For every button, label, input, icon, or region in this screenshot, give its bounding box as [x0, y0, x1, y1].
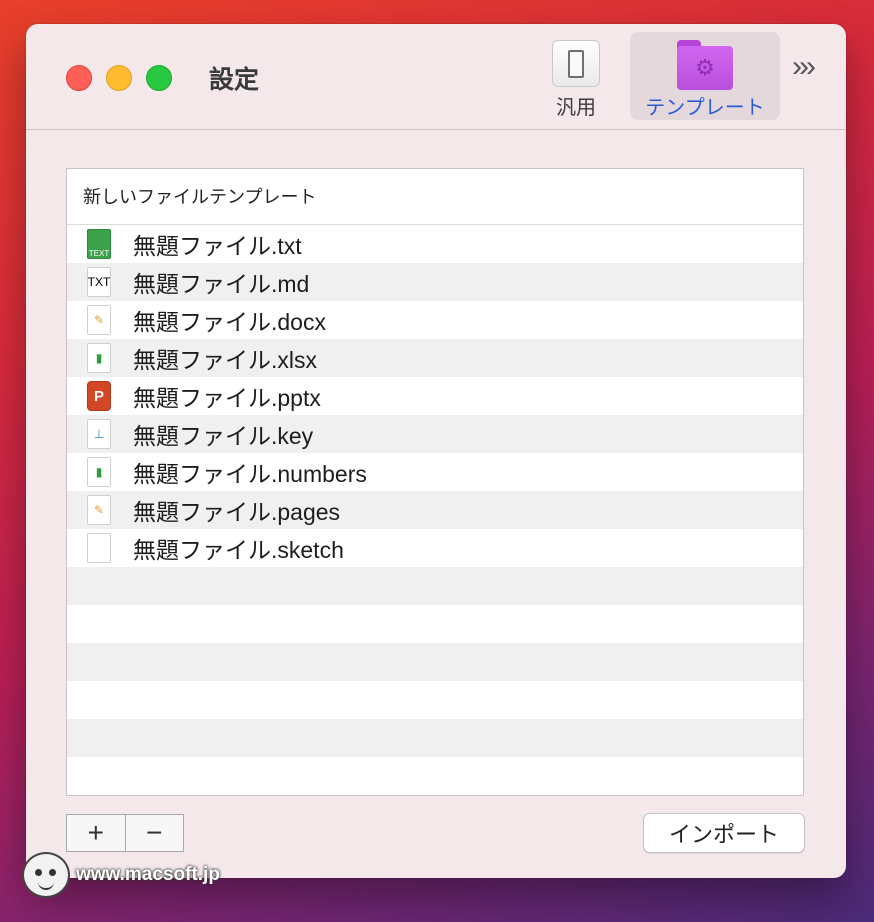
switch-icon: [552, 40, 600, 87]
list-item[interactable]: TEXT 無題ファイル.txt: [67, 225, 803, 263]
file-name: 無題ファイル.pages: [133, 499, 341, 525]
file-name: 無題ファイル.txt: [133, 233, 302, 259]
list-item[interactable]: TXT 無題ファイル.md: [67, 263, 803, 301]
toolbar: 設定 汎用 ⚙ テンプレート ›››: [26, 24, 846, 130]
list-item[interactable]: ▮ 無題ファイル.xlsx: [67, 339, 803, 377]
list-item[interactable]: ⊥ 無題ファイル.key: [67, 415, 803, 453]
list-header: 新しいファイルテンプレート: [67, 169, 803, 225]
list-item[interactable]: ✎ 無題ファイル.pages: [67, 491, 803, 529]
markdown-file-icon: TXT: [87, 267, 111, 297]
empty-row: [67, 757, 803, 795]
remove-button[interactable]: −: [126, 815, 184, 851]
window-title: 設定: [209, 66, 260, 94]
settings-window: 設定 汎用 ⚙ テンプレート ››› 新しいファイルテンプレート TEXT 無題フ…: [26, 24, 846, 878]
watermark: www.macsoft.jp: [22, 852, 220, 898]
add-remove-buttons: + −: [66, 814, 184, 852]
minimize-button[interactable]: [106, 65, 132, 91]
file-name: 無題ファイル.sketch: [133, 537, 344, 563]
file-name: 無題ファイル.pptx: [133, 385, 321, 411]
zoom-button[interactable]: [146, 65, 172, 91]
tab-template-label: テンプレート: [645, 97, 765, 119]
tab-general[interactable]: 汎用: [544, 32, 608, 120]
import-button[interactable]: インポート: [643, 813, 805, 853]
empty-row: [67, 567, 803, 605]
list-item[interactable]: P 無題ファイル.pptx: [67, 377, 803, 415]
keynote-file-icon: ⊥: [87, 419, 111, 449]
file-name: 無題ファイル.md: [133, 271, 310, 297]
tab-template[interactable]: ⚙ テンプレート: [630, 32, 780, 120]
blank-file-icon: [87, 533, 111, 563]
file-name: 無題ファイル.xlsx: [133, 347, 317, 373]
folder-gear-icon: ⚙: [677, 40, 733, 90]
spreadsheet-file-icon: ▮: [87, 343, 111, 373]
text-file-icon: TEXT: [87, 229, 111, 259]
template-list: 新しいファイルテンプレート TEXT 無題ファイル.txt TXT 無題ファイル.md…: [66, 168, 804, 796]
close-button[interactable]: [66, 65, 92, 91]
numbers-file-icon: ▮: [87, 457, 111, 487]
tab-general-label: 汎用: [556, 97, 596, 119]
list-item[interactable]: 無題ファイル.sketch: [67, 529, 803, 567]
empty-row: [67, 719, 803, 757]
empty-row: [67, 681, 803, 719]
mascot-icon: [22, 852, 70, 898]
empty-row: [67, 643, 803, 681]
file-name: 無題ファイル.key: [133, 423, 314, 449]
empty-row: [67, 605, 803, 643]
add-button[interactable]: +: [67, 815, 126, 851]
file-name: 無題ファイル.numbers: [133, 461, 367, 487]
powerpoint-file-icon: P: [87, 381, 111, 411]
document-file-icon: ✎: [87, 305, 111, 335]
chevron-double-right-icon[interactable]: ›››: [792, 50, 816, 84]
watermark-text: www.macsoft.jp: [76, 864, 220, 885]
file-name: 無題ファイル.docx: [133, 309, 326, 335]
pages-file-icon: ✎: [87, 495, 111, 525]
list-item[interactable]: ▮ 無題ファイル.numbers: [67, 453, 803, 491]
list-item[interactable]: ✎ 無題ファイル.docx: [67, 301, 803, 339]
